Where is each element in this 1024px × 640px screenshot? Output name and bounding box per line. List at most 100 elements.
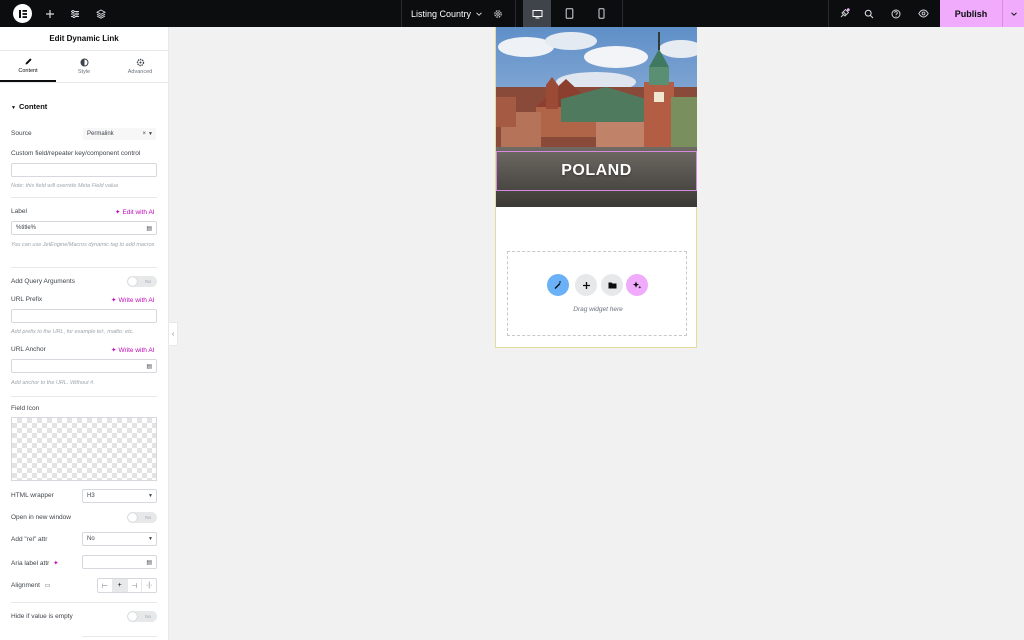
alignment-control: ⊢ + ⊣ ·|· bbox=[97, 578, 157, 593]
dynamic-tags-icon[interactable]: ▤ bbox=[146, 559, 152, 566]
folder-icon bbox=[608, 282, 616, 289]
field-icon-label: Field Icon bbox=[11, 405, 40, 412]
page-settings-gear-icon[interactable] bbox=[490, 0, 506, 27]
notifications-icon[interactable] bbox=[835, 0, 853, 27]
mobile-view-icon[interactable] bbox=[587, 0, 615, 27]
write-with-ai-text: Write with AI bbox=[118, 346, 155, 354]
caret-down-icon: ▼ bbox=[148, 131, 153, 137]
sparkle-icon bbox=[632, 281, 642, 289]
tab-content[interactable]: Content bbox=[0, 51, 56, 82]
drag-widget-text: Drag widget here bbox=[573, 306, 623, 313]
divider bbox=[11, 197, 157, 198]
align-justify-icon[interactable]: ·|· bbox=[142, 579, 156, 592]
section-content-toggle[interactable]: ▼ Content bbox=[11, 102, 47, 111]
source-value: Permalink bbox=[87, 131, 114, 137]
tab-style[interactable]: Style bbox=[56, 51, 112, 82]
source-select[interactable]: Permalink × ▼ bbox=[82, 127, 157, 141]
widget-picker-button[interactable] bbox=[547, 274, 569, 296]
publish-button[interactable]: Publish bbox=[940, 0, 1002, 27]
write-with-ai-button[interactable]: ✦ Write with AI bbox=[111, 346, 155, 355]
aria-label-input[interactable]: ▤ bbox=[82, 555, 157, 569]
wand-icon bbox=[554, 281, 561, 289]
url-anchor-note: Add anchor to the URL. Without #. bbox=[11, 380, 95, 386]
divider bbox=[11, 602, 157, 603]
elementor-logo[interactable] bbox=[13, 4, 32, 23]
align-right-icon[interactable]: ⊣ bbox=[128, 579, 143, 592]
align-center-icon[interactable]: + bbox=[112, 579, 128, 592]
ai-generate-button[interactable] bbox=[626, 274, 648, 296]
field-icon-picker[interactable] bbox=[11, 417, 157, 481]
tab-advanced[interactable]: Advanced bbox=[112, 51, 168, 82]
preview-eye-icon[interactable] bbox=[914, 0, 932, 27]
desktop-view-icon[interactable] bbox=[523, 0, 551, 27]
aria-label-label: Aria label attr ✦ bbox=[11, 559, 59, 567]
half-circle-icon bbox=[80, 58, 88, 67]
label-note: You can use JetEngine/Macros dynamic tag… bbox=[11, 242, 155, 248]
toggle-text: No bbox=[145, 614, 151, 619]
hide-empty-toggle[interactable]: No bbox=[127, 611, 157, 622]
url-anchor-label: URL Anchor bbox=[11, 346, 46, 353]
caret-down-icon: ▼ bbox=[11, 105, 16, 111]
editor-panel: Edit Dynamic Link Content Style Advanced… bbox=[0, 27, 169, 640]
chevron-down-icon bbox=[1010, 11, 1017, 16]
page-canvas: POLAND Drag widget here bbox=[495, 27, 697, 348]
write-with-ai-button[interactable]: ✦ Write with AI bbox=[111, 296, 155, 305]
publish-options-button[interactable] bbox=[1002, 0, 1024, 27]
help-icon[interactable] bbox=[888, 0, 904, 27]
hide-empty-label: Hide if value is empty bbox=[11, 613, 73, 620]
custom-field-input[interactable] bbox=[11, 163, 157, 177]
gear-icon bbox=[136, 58, 144, 67]
search-icon[interactable] bbox=[861, 0, 877, 27]
sparkle-icon: ✦ bbox=[111, 347, 117, 354]
source-label: Source bbox=[11, 130, 32, 137]
separator bbox=[622, 0, 623, 27]
add-section-button[interactable] bbox=[575, 274, 597, 296]
dynamic-tags-icon[interactable]: ▤ bbox=[146, 363, 152, 370]
new-window-toggle[interactable]: No bbox=[127, 512, 157, 523]
sparkle-icon[interactable]: ✦ bbox=[53, 560, 58, 567]
alignment-label: Alignment ▭ bbox=[11, 582, 50, 589]
hero-title[interactable]: POLAND bbox=[496, 151, 697, 191]
write-with-ai-text: Write with AI bbox=[118, 296, 155, 304]
caret-down-icon: ▼ bbox=[148, 493, 153, 499]
query-args-toggle[interactable]: No bbox=[127, 276, 157, 287]
rel-select[interactable]: No ▼ bbox=[82, 532, 157, 546]
drop-zone[interactable]: Drag widget here bbox=[507, 251, 687, 336]
elementor-logo-icon bbox=[18, 9, 27, 18]
align-left-icon[interactable]: ⊢ bbox=[98, 579, 113, 592]
tablet-view-icon[interactable] bbox=[555, 0, 583, 27]
separator bbox=[515, 0, 516, 27]
document-title[interactable]: Listing Country bbox=[411, 0, 483, 27]
toggle-text: No bbox=[145, 279, 151, 284]
add-template-button[interactable] bbox=[601, 274, 623, 296]
top-bar: Listing Country Publish bbox=[0, 0, 1024, 27]
custom-field-label: Custom field/repeater key/component cont… bbox=[11, 150, 141, 157]
edit-with-ai-text: Edit with AI bbox=[122, 208, 155, 216]
collapse-panel-button[interactable]: ‹ bbox=[169, 322, 178, 346]
tab-content-label: Content bbox=[18, 68, 38, 74]
url-anchor-input[interactable]: ▤ bbox=[11, 359, 157, 373]
divider bbox=[11, 396, 157, 397]
settings-sliders-icon[interactable] bbox=[67, 0, 83, 27]
add-element-icon[interactable] bbox=[42, 0, 58, 27]
html-wrapper-label: HTML wrapper bbox=[11, 492, 54, 499]
desktop-icon[interactable]: ▭ bbox=[45, 583, 51, 589]
rel-label: Add "rel" attr bbox=[11, 536, 48, 543]
plus-icon bbox=[582, 281, 590, 289]
url-prefix-input[interactable] bbox=[11, 309, 157, 323]
html-wrapper-select[interactable]: H3 ▼ bbox=[82, 489, 157, 503]
toggle-text: No bbox=[145, 515, 151, 520]
label-input-value: %title% bbox=[16, 225, 37, 231]
clear-icon[interactable]: × bbox=[142, 131, 146, 137]
new-window-label: Open in new window bbox=[11, 514, 71, 521]
query-args-label: Add Query Arguments bbox=[11, 278, 75, 285]
edit-with-ai-button[interactable]: ✦ Edit with AI bbox=[115, 208, 155, 217]
url-prefix-note: Add prefix to the URL, for example tel:,… bbox=[11, 329, 134, 335]
html-wrapper-value: H3 bbox=[87, 493, 95, 499]
layers-icon[interactable] bbox=[93, 0, 109, 27]
chevron-down-icon bbox=[476, 11, 482, 16]
section-content-title: Content bbox=[18, 102, 48, 111]
rel-value: No bbox=[87, 536, 95, 542]
label-input[interactable]: %title% ▤ bbox=[11, 221, 157, 235]
dynamic-tags-icon[interactable]: ▤ bbox=[146, 225, 152, 232]
